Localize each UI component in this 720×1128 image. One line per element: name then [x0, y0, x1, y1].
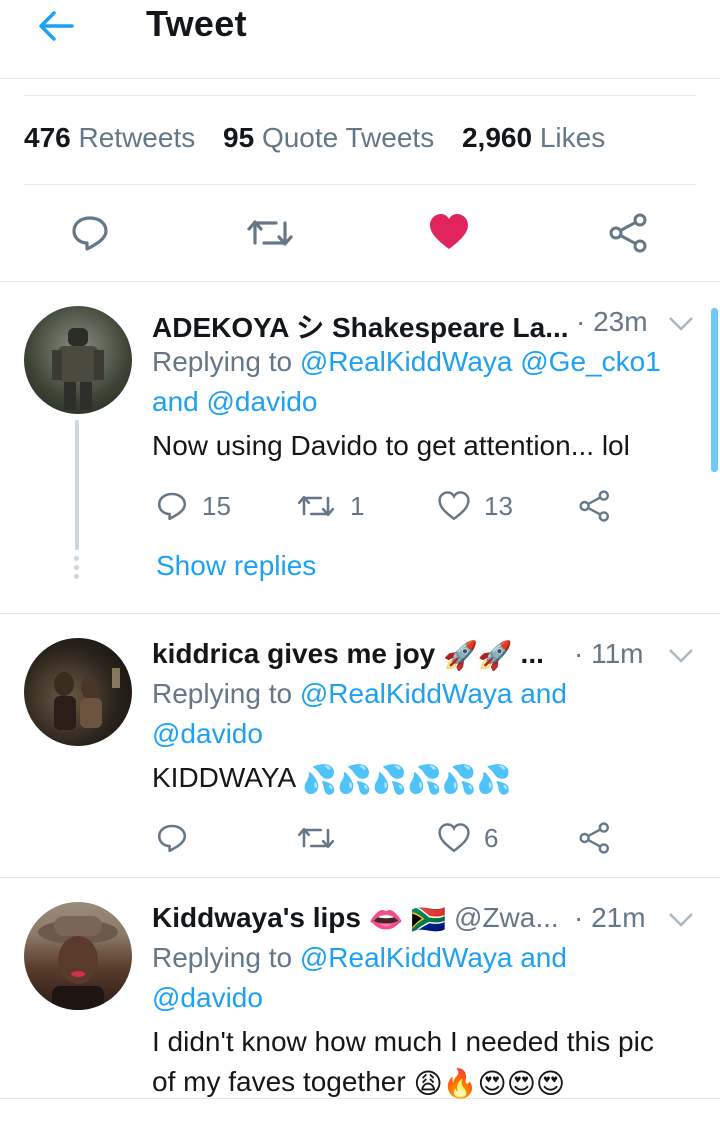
heart-icon [438, 823, 470, 853]
reply-button[interactable]: 15 [156, 486, 231, 526]
retweets-count: 476 [24, 122, 71, 153]
author-name[interactable]: ADEKOYA シ Shakespeare La... [152, 306, 569, 346]
show-replies-link[interactable]: Show replies [156, 550, 316, 582]
mentions-cont[interactable]: @davido [152, 982, 263, 1014]
like-count: 6 [484, 822, 499, 853]
reply-text: Now using Davido to get attention... lol [152, 430, 630, 461]
back-arrow-icon[interactable] [36, 8, 76, 44]
avatar[interactable] [24, 638, 132, 746]
chevron-down-icon[interactable] [666, 314, 696, 334]
reply-text-row: KIDDWAYA 💦💦💦💦💦💦 [152, 762, 512, 796]
quotes-label: Quote Tweets [261, 122, 435, 153]
reply-icon [157, 492, 187, 521]
retweet-icon [297, 827, 335, 849]
replying-to: Replying to @RealKiddWaya and [152, 942, 567, 974]
reply-actions: 15 1 13 [152, 486, 672, 526]
scrollbar[interactable] [711, 308, 718, 472]
reply-tweet[interactable]: kiddrica gives me joy 🚀🚀 ... · 11m Reply… [0, 614, 720, 878]
replying-to: Replying to @RealKiddWaya and [152, 678, 567, 710]
rocket-emoji: 🚀🚀 [443, 640, 513, 672]
author-handle: @Zwa... [454, 902, 559, 933]
mentions-cont[interactable]: @davido [152, 718, 263, 750]
soldier-avatar-image [52, 328, 104, 410]
reply-text: KIDDWAYA [152, 762, 295, 793]
share-icon [579, 822, 610, 854]
chevron-down-icon[interactable] [666, 646, 696, 666]
tweet-action-bar [0, 185, 720, 282]
avatar[interactable] [24, 902, 132, 1010]
reply-text-line1: I didn't know how much I needed this pic [152, 1026, 654, 1057]
retweet-icon[interactable] [246, 213, 294, 253]
mentions[interactable]: @RealKiddWaya and [300, 942, 567, 973]
tweet-stats: 476 Retweets 95 Quote Tweets 2,960 Likes [24, 122, 625, 154]
like-filled-icon[interactable] [429, 213, 469, 251]
share-button[interactable] [578, 486, 612, 526]
reply-actions: 6 [152, 818, 672, 858]
thread-dots [74, 556, 80, 583]
name-ellipsis: ... [520, 638, 544, 669]
thread-line [75, 420, 79, 550]
likes-label: Likes [539, 122, 606, 153]
divider [24, 95, 696, 96]
share-button[interactable] [578, 818, 612, 858]
mentions-cont[interactable]: and @davido [152, 386, 317, 418]
reply-count: 15 [202, 490, 231, 521]
likes-stat[interactable]: 2,960 Likes [462, 122, 605, 153]
reply-icon [157, 824, 187, 853]
like-button[interactable]: 13 [438, 486, 513, 526]
retweet-count: 1 [350, 490, 365, 521]
retweet-button[interactable] [296, 818, 336, 858]
mentions[interactable]: @RealKiddWaya and [300, 678, 567, 709]
author-name-row[interactable]: Kiddwaya's lips 👄 🇿🇦 @Zwa... [152, 902, 559, 936]
share-icon[interactable] [608, 213, 650, 253]
sweat-droplets-emoji: 💦💦💦💦💦💦 [302, 764, 512, 796]
quotes-count: 95 [223, 122, 255, 153]
like-button[interactable]: 6 [438, 818, 498, 858]
quote-tweets-stat[interactable]: 95 Quote Tweets [223, 122, 434, 153]
heart-icon [438, 491, 470, 521]
retweet-button[interactable]: 1 [296, 486, 364, 526]
woman-avatar-image [38, 916, 118, 1010]
author-name-row[interactable]: kiddrica gives me joy 🚀🚀 ... [152, 638, 544, 672]
reply-text-line2-row: of my faves together 😩🔥😍😍😍 [152, 1066, 565, 1100]
reply-button[interactable] [156, 818, 188, 858]
reply-text-line2: of my faves together [152, 1066, 406, 1097]
author-name: kiddrica gives me joy [152, 638, 436, 669]
replying-prefix: Replying to [152, 942, 293, 973]
like-count: 13 [484, 490, 513, 521]
likes-count: 2,960 [461, 122, 533, 153]
replying-to: Replying to @RealKiddWaya @Ge_cko1 [152, 346, 661, 378]
replying-prefix: Replying to [152, 346, 293, 377]
share-icon [579, 490, 610, 522]
emoji-reaction: 😩🔥😍😍😍 [413, 1068, 566, 1100]
retweets-stat[interactable]: 476 Retweets [24, 122, 195, 153]
timestamp: · 21m [574, 902, 646, 933]
timestamp: · 23m [576, 306, 648, 337]
app-header: Tweet [0, 0, 720, 79]
reply-tweet[interactable]: Kiddwaya's lips 👄 🇿🇦 @Zwa... · 21m Reply… [0, 878, 720, 1099]
couple-avatar-image [54, 668, 120, 730]
replying-prefix: Replying to [152, 678, 293, 709]
author-name: Kiddwaya's lips [152, 902, 361, 933]
lips-flag-emoji: 👄 🇿🇦 [368, 904, 447, 936]
timestamp: · 11m [574, 638, 644, 669]
avatar[interactable] [24, 306, 132, 414]
reply-icon[interactable] [70, 213, 110, 253]
chevron-down-icon[interactable] [666, 910, 696, 930]
retweets-label: Retweets [78, 122, 196, 153]
retweet-icon [297, 495, 335, 517]
reply-tweet[interactable]: ADEKOYA シ Shakespeare La... · 23m Replyi… [0, 282, 720, 614]
mentions[interactable]: @RealKiddWaya @Ge_cko1 [300, 346, 661, 377]
page-title: Tweet [146, 3, 247, 44]
